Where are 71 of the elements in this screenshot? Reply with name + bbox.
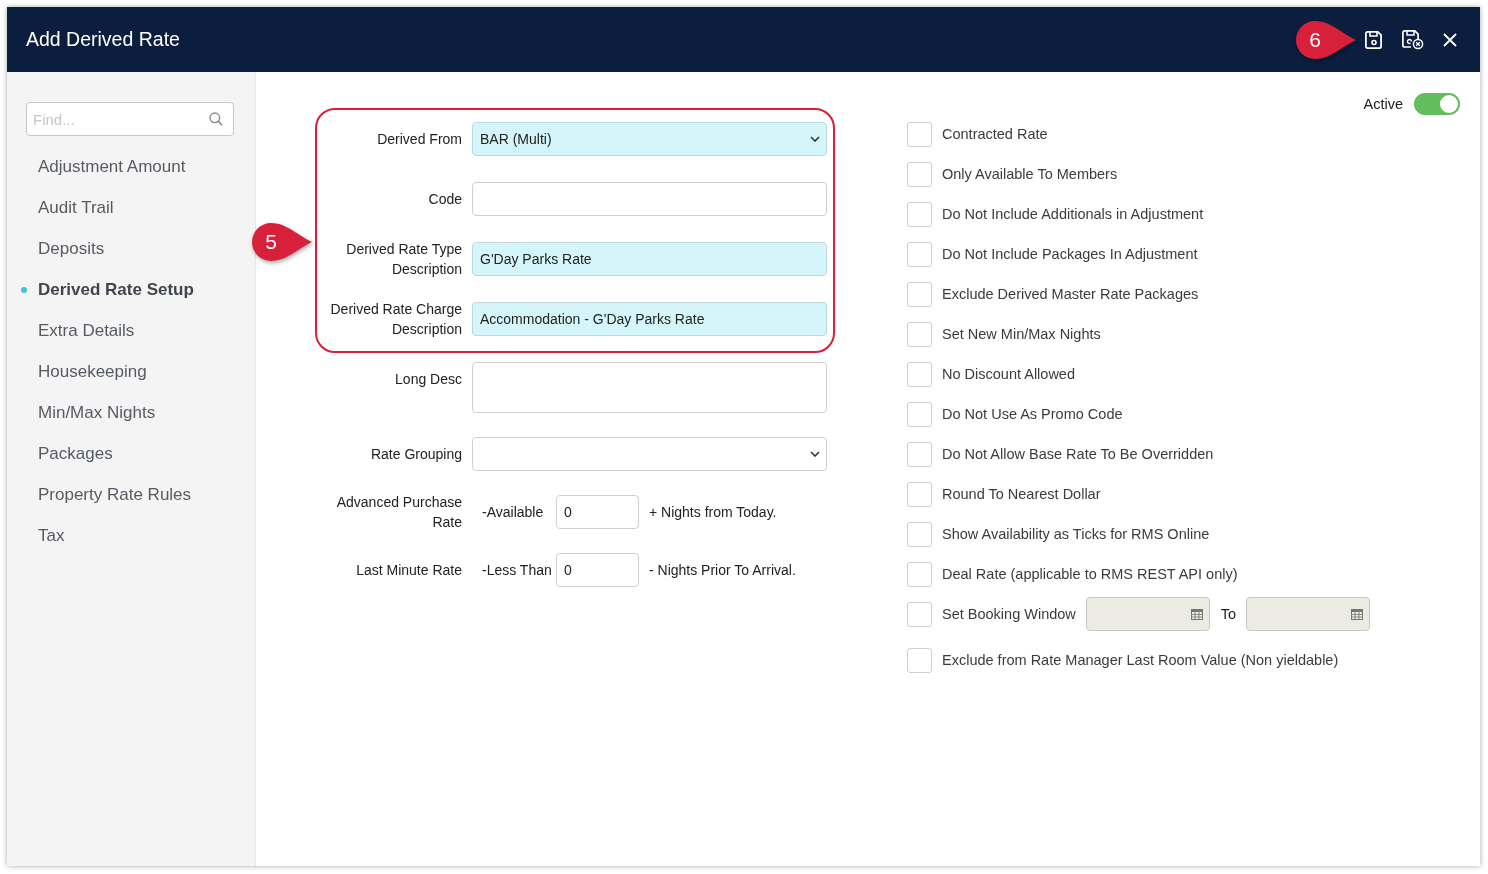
search-icon	[209, 112, 223, 126]
chevron-down-icon	[810, 136, 820, 142]
field-label: Long Desc	[394, 370, 462, 389]
checkbox-label: No Discount Allowed	[942, 366, 1075, 382]
text-field[interactable]	[472, 182, 827, 216]
checkbox-label: Only Available To Members	[942, 166, 1118, 182]
sidebar-item[interactable]: Adjustment Amount	[7, 146, 255, 187]
number-field[interactable]: 0	[556, 495, 639, 529]
checkbox-label: Do Not Include Packages In Adjustment	[942, 246, 1198, 262]
checkbox-label: Exclude Derived Master Rate Packages	[942, 286, 1199, 302]
checkbox[interactable]	[907, 281, 932, 307]
checkbox[interactable]	[907, 481, 932, 507]
sidebar-item[interactable]: Derived Rate Setup	[7, 269, 255, 310]
checkbox[interactable]	[907, 401, 932, 427]
search-field[interactable]: Find...	[26, 102, 234, 136]
step-number-badge: 6	[1295, 20, 1357, 60]
checkbox-label: Do Not Include Additionals in Adjustment	[942, 206, 1204, 222]
checkbox[interactable]	[907, 161, 932, 187]
field-label: Rate Grouping	[369, 445, 462, 464]
checkbox-label: Set Booking Window	[942, 606, 1076, 622]
sidebar-item[interactable]: Housekeeping	[7, 351, 255, 392]
sidebar-item[interactable]: Tax	[7, 515, 255, 556]
checkbox[interactable]	[907, 241, 932, 267]
window-title: Add Derived Rate	[26, 28, 180, 51]
close-icon	[1443, 32, 1457, 47]
field-prefix: -Available	[481, 504, 545, 520]
checkbox[interactable]	[907, 201, 932, 227]
floppy-disk-x-icon	[1400, 29, 1424, 50]
field-label: Derived Rate Charge Description	[329, 300, 462, 339]
number-field[interactable]: 0	[556, 553, 639, 587]
checkbox-label: Do Not Use As Promo Code	[942, 406, 1123, 422]
dropdown-field[interactable]	[472, 437, 827, 471]
chevron-down-icon	[810, 451, 820, 457]
checkbox[interactable]	[907, 121, 932, 147]
checkbox[interactable]	[907, 361, 932, 387]
calendar-icon	[1351, 608, 1364, 620]
field-label: Last Minute Rate	[355, 561, 462, 580]
bullet-icon	[21, 286, 27, 293]
checkbox-label: Do Not Allow Base Rate To Be Overridden	[942, 446, 1214, 462]
sidebar-item[interactable]: Property Rate Rules	[7, 474, 255, 515]
field-label: Advanced Purchase Rate	[335, 493, 462, 532]
dropdown-field[interactable]: BAR (Multi)	[472, 122, 827, 156]
field-label: Code	[427, 190, 462, 209]
field-label: Derived Rate Type Description	[345, 240, 462, 279]
sidebar-item[interactable]: Extra Details	[7, 310, 255, 351]
checkbox-label: Contracted Rate	[942, 126, 1048, 142]
textarea-field[interactable]	[472, 362, 827, 413]
checkbox[interactable]	[907, 601, 932, 627]
field-suffix: + Nights from Today.	[649, 503, 778, 522]
range-to-label: To	[1220, 606, 1237, 622]
checkbox-label: Show Availability as Ticks for RMS Online	[942, 526, 1210, 542]
checkbox[interactable]	[907, 561, 932, 587]
sidebar-item[interactable]: Min/Max Nights	[7, 392, 255, 433]
calendar-icon	[1190, 608, 1203, 620]
checkbox[interactable]	[907, 441, 932, 467]
checkbox-label: Deal Rate (applicable to RMS REST API only)	[942, 566, 1238, 582]
step-number-badge: 5	[251, 222, 313, 262]
active-label: Active	[1363, 96, 1403, 112]
checkbox-label: Exclude from Rate Manager Last Room Value (Non yieldable)	[942, 652, 1339, 668]
text-field[interactable]: Accommodation - G'Day Parks Rate	[472, 302, 827, 336]
checkbox-label: Set New Min/Max Nights	[942, 326, 1101, 342]
toggle-switch[interactable]	[1414, 93, 1460, 115]
text-field[interactable]: G'Day Parks Rate	[472, 242, 827, 276]
checkbox[interactable]	[907, 321, 932, 347]
checkbox-label: Round To Nearest Dollar	[942, 486, 1101, 502]
sidebar-item[interactable]: Packages	[7, 433, 255, 474]
checkbox[interactable]	[907, 647, 932, 673]
field-prefix: -Less Than	[481, 562, 553, 578]
checkbox[interactable]	[907, 521, 932, 547]
field-label: Derived From	[376, 130, 462, 149]
field-suffix: - Nights Prior To Arrival.	[649, 561, 797, 580]
